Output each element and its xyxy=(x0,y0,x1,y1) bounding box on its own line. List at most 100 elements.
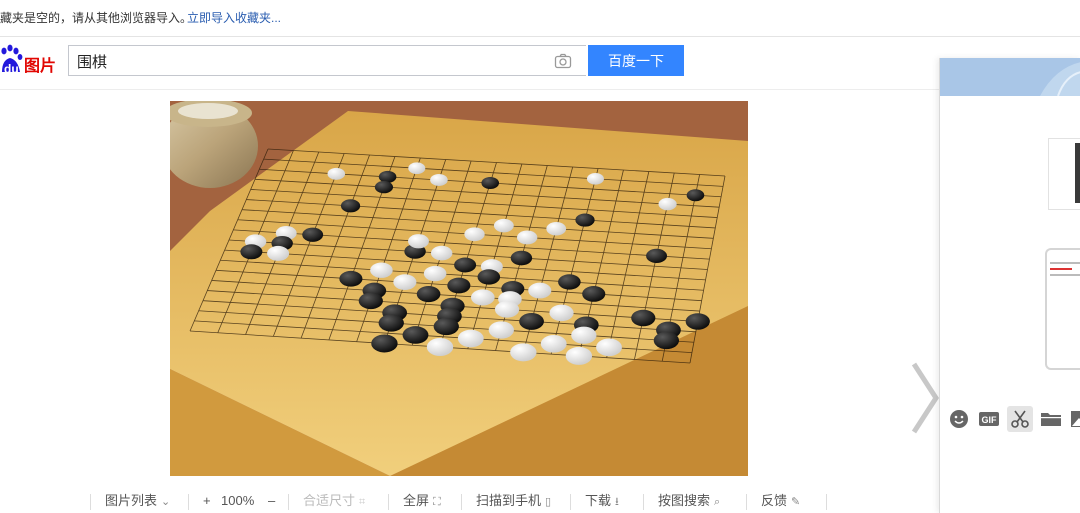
white-stone xyxy=(516,230,538,245)
black-stone xyxy=(447,277,471,294)
white-stone xyxy=(571,326,597,344)
toolbar-divider xyxy=(461,494,462,510)
black-stone xyxy=(416,285,441,303)
black-stone xyxy=(374,180,394,194)
black-stone xyxy=(631,309,656,327)
screenshot-thumbnail[interactable] xyxy=(1045,248,1080,370)
side-panel-toolbar: GIF xyxy=(940,406,1080,436)
fit-size-button[interactable]: 合适尺寸 ⌗ xyxy=(303,492,365,511)
thumbnail-preview[interactable] xyxy=(1048,138,1080,210)
black-stone xyxy=(402,326,429,344)
gif-icon[interactable]: GIF xyxy=(976,406,1002,432)
white-stone xyxy=(430,173,448,186)
thumbnail-line xyxy=(1050,274,1080,276)
black-stone xyxy=(477,269,501,285)
fullscreen-icon: ⛶ xyxy=(433,496,441,508)
toolbar-divider xyxy=(643,494,644,510)
side-panel-header xyxy=(940,58,1080,96)
zoom-level: 100% xyxy=(221,493,255,508)
import-bookmarks-link[interactable]: 立即导入收藏夹... xyxy=(187,0,281,36)
search-box xyxy=(68,45,586,76)
smiley-icon[interactable] xyxy=(946,406,972,432)
black-stone xyxy=(358,292,383,310)
toolbar-divider xyxy=(188,494,189,510)
white-stone xyxy=(464,227,485,242)
camera-icon[interactable] xyxy=(554,52,572,70)
white-stone xyxy=(430,245,453,261)
white-stone xyxy=(393,274,417,291)
black-stone xyxy=(302,227,324,242)
black-stone xyxy=(433,317,459,336)
phone-icon: ▯ xyxy=(545,496,552,508)
image-icon[interactable] xyxy=(1068,406,1080,432)
image-list-button[interactable]: 图片列表 ⌄ xyxy=(105,492,170,511)
search-input[interactable] xyxy=(77,50,537,72)
download-button[interactable]: 下载 ⭳ xyxy=(585,492,619,511)
black-stone xyxy=(575,213,595,227)
black-stone xyxy=(582,286,606,302)
go-board-image xyxy=(170,101,748,476)
search-by-image-button[interactable]: 按图搜索 ⌕ xyxy=(658,492,720,511)
white-stone xyxy=(408,234,429,249)
white-stone xyxy=(596,338,622,357)
scan-to-phone-button[interactable]: 扫描到手机 ▯ xyxy=(476,492,551,511)
white-stone xyxy=(540,334,567,353)
zoom-out-button[interactable]: – xyxy=(268,492,275,510)
toolbar-divider xyxy=(288,494,289,510)
image-list-label: 图片列表 xyxy=(105,493,158,508)
white-stone xyxy=(565,346,593,365)
feedback-label: 反馈 xyxy=(761,493,788,508)
black-stone xyxy=(558,274,581,290)
thumbnail-line xyxy=(1050,262,1080,264)
image-toolbar: 图片列表 ⌄ + 100% – 合适尺寸 ⌗ 全屏 ⛶ 扫描到手机 ▯ 下载 ⭳ 按图搜索… xyxy=(0,489,940,513)
fullscreen-label: 全屏 xyxy=(403,493,430,508)
toolbar-divider xyxy=(746,494,747,510)
fit-size-icon: ⌗ xyxy=(359,496,366,508)
black-stone xyxy=(340,199,361,213)
folder-icon[interactable] xyxy=(1038,406,1064,432)
next-image-arrow[interactable] xyxy=(910,360,940,436)
white-stone xyxy=(528,282,552,299)
white-stone xyxy=(658,197,677,211)
toolbar-divider xyxy=(826,494,827,510)
white-stone xyxy=(549,304,574,322)
baidu-image-logo[interactable]: du 图片 xyxy=(0,42,62,78)
chevron-down-icon: ⌄ xyxy=(161,496,171,508)
toolbar-divider xyxy=(90,494,91,510)
zoom-in-button[interactable]: + xyxy=(203,492,211,510)
black-stone xyxy=(378,314,404,332)
search-button[interactable]: 百度一下 xyxy=(588,45,684,76)
feedback-button[interactable]: 反馈 ✎ xyxy=(761,492,800,511)
white-stone xyxy=(493,218,514,233)
black-stone xyxy=(481,177,500,189)
white-stone xyxy=(510,343,537,362)
bookmark-empty-message: 藏夹是空的，请从其他浏览器导入。 xyxy=(0,11,193,25)
white-stone xyxy=(586,172,604,185)
logo-text: 图片 xyxy=(24,56,56,75)
black-stone xyxy=(371,334,398,353)
black-stone xyxy=(240,244,263,260)
toolbar-divider xyxy=(570,494,571,510)
screenshot-side-panel: GIF xyxy=(939,58,1080,513)
white-stone xyxy=(488,321,514,339)
white-stone xyxy=(494,301,520,318)
image-viewer xyxy=(0,90,940,513)
scissors-icon[interactable] xyxy=(1007,406,1033,432)
download-label: 下载 xyxy=(585,493,612,508)
bookmark-bar: 藏夹是空的，请从其他浏览器导入。 立即导入收藏夹... xyxy=(0,0,1080,37)
white-stone xyxy=(546,222,567,236)
black-stone xyxy=(646,248,667,263)
black-stone xyxy=(510,250,533,266)
white-stone xyxy=(426,338,454,356)
scan-to-phone-label: 扫描到手机 xyxy=(476,493,542,508)
black-stone xyxy=(454,257,477,273)
black-stone xyxy=(339,270,363,287)
fit-size-label: 合适尺寸 xyxy=(303,493,356,508)
toolbar-divider xyxy=(388,494,389,510)
thumbnail-image xyxy=(1075,143,1080,203)
search-by-image-label: 按图搜索 xyxy=(658,493,711,508)
fullscreen-button[interactable]: 全屏 ⛶ xyxy=(403,492,441,511)
white-stone xyxy=(370,262,393,278)
download-icon: ⭳ xyxy=(615,496,619,508)
white-stone xyxy=(423,265,447,282)
